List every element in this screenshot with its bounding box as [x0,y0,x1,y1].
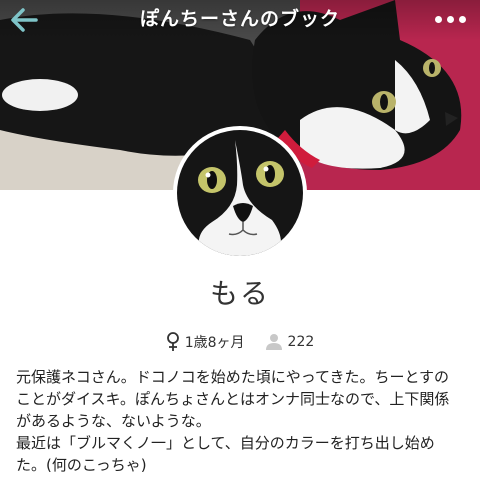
profile-bio: 元保護ネコさん。ドコノコを始めた頃にやってきた。ちーとすのことがダイスキ。ぽんち… [16,368,450,474]
person-icon [265,334,282,350]
count-stat[interactable]: 222 [265,333,315,351]
page-title: ぽんちーさんのブック [139,8,340,30]
profile-name: もる [209,277,270,310]
profile-stats: 1歳8ヶ月 222 [0,330,480,354]
age-text: 1歳8ヶ月 [184,335,245,351]
back-arrow-icon [11,8,38,32]
avatar[interactable] [173,126,307,260]
age-stat: 1歳8ヶ月 [166,332,245,352]
more-menu-button[interactable] [430,4,470,34]
more-dots-icon [434,15,442,23]
back-button[interactable] [6,4,42,36]
count-text: 222 [287,334,315,350]
female-icon [166,332,179,351]
avatar-cat-image [177,130,303,256]
